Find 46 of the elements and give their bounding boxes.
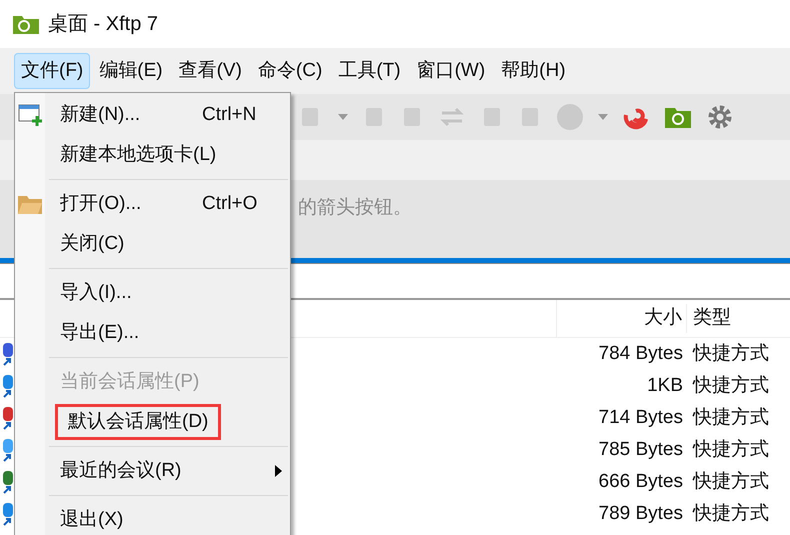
type-cell-text: 快捷方式 — [692, 406, 769, 430]
type-cell-text: 快捷方式 — [692, 502, 769, 526]
file-icon — [3, 374, 13, 398]
menu-item[interactable]: 工具(T) — [331, 53, 408, 89]
column-header[interactable]: 大小 — [557, 304, 687, 333]
type-cell-text: 快捷方式 — [692, 470, 769, 494]
size-cell-text: 1KB — [646, 374, 684, 398]
file-icon — [3, 438, 13, 462]
menu-option[interactable]: 退出(X) — [55, 502, 128, 535]
caret-icon[interactable] — [598, 114, 608, 120]
shortcut-text: Ctrl+O — [202, 192, 258, 216]
menu-option[interactable]: 默认会话属性(D) — [55, 404, 222, 440]
settings-icon[interactable] — [706, 103, 734, 131]
menu-item[interactable]: 编辑(E) — [92, 53, 170, 89]
size-cell-text: 789 Bytes — [598, 502, 684, 526]
caret-icon[interactable] — [338, 114, 348, 120]
menu-option[interactable]: 打开(O)... — [55, 186, 146, 222]
menu-item[interactable]: 帮助(H) — [494, 53, 573, 89]
menu-option[interactable]: 导入(I)... — [55, 275, 137, 311]
menu-item[interactable]: 查看(V) — [172, 53, 249, 89]
menu-option[interactable]: 最近的会议(R) — [55, 453, 186, 489]
menu-option[interactable]: 新建本地选项卡(L) — [55, 137, 222, 173]
window-title: 桌面 - Xftp 7 — [48, 12, 158, 37]
transfer-icon[interactable] — [438, 105, 466, 129]
type-cell-text: 快捷方式 — [692, 438, 769, 462]
menu-option[interactable]: 导出(E)... — [55, 315, 144, 351]
column-header[interactable]: 类型 — [687, 304, 731, 333]
menu-item[interactable]: 文件(F) — [14, 53, 90, 89]
menu-option[interactable]: 关闭(C) — [55, 226, 130, 262]
menu-option[interactable]: 新建(N)... — [55, 97, 146, 133]
file-icon — [3, 470, 13, 494]
file-icon — [3, 342, 13, 366]
file-icon — [3, 502, 13, 526]
size-cell-text: 784 Bytes — [598, 342, 684, 366]
info-text: 的箭头按钮。 — [298, 196, 412, 220]
submenu-arrow-icon — [275, 465, 282, 477]
menu-item[interactable]: 窗口(W) — [410, 53, 492, 89]
type-cell-text: 快捷方式 — [692, 342, 769, 366]
shortcut-text: Ctrl+N — [202, 102, 256, 127]
menu-item[interactable]: 命令(C) — [250, 53, 330, 89]
file-icon — [3, 406, 13, 430]
size-cell-text: 785 Bytes — [598, 438, 684, 462]
type-cell-text: 快捷方式 — [692, 374, 769, 398]
app-logo-icon — [12, 13, 40, 35]
size-cell-text: 666 Bytes — [598, 470, 684, 494]
size-cell-text: 714 Bytes — [598, 406, 684, 430]
